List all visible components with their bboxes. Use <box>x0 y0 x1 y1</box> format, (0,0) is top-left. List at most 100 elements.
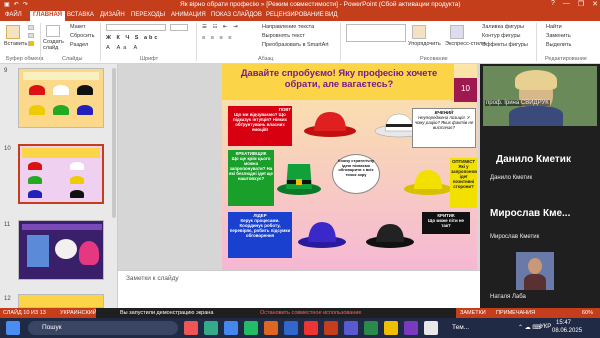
arrange-button[interactable]: Упорядочить <box>408 41 441 47</box>
list-buttons[interactable]: ☰ ☷ ⇤ ⇥ <box>202 24 240 30</box>
maximize-button[interactable]: ❐ <box>578 0 584 8</box>
taskbar-app-icon[interactable] <box>304 321 318 335</box>
tab-file[interactable]: ФАЙЛ <box>2 11 25 19</box>
font-color-buttons[interactable]: A Aa A <box>106 45 140 51</box>
weather-widget[interactable]: Тем... <box>452 324 469 331</box>
express-styles-icon[interactable] <box>450 25 464 39</box>
taskbar-app-icon[interactable] <box>264 321 278 335</box>
layout-button[interactable]: Макет <box>70 24 86 30</box>
critic-box: КРИТИК Що може піти не так? <box>422 212 470 234</box>
new-slide-icon[interactable] <box>46 25 60 37</box>
slide-thumbnail-10[interactable] <box>18 144 104 204</box>
slide-counter: СЛАЙД 10 ИЗ 13 <box>3 310 46 316</box>
tab-home[interactable]: ГЛАВНАЯ <box>30 11 66 21</box>
shape-fill-button[interactable]: Заливка фигуры <box>482 24 524 30</box>
taskbar-app-icon[interactable] <box>184 321 198 335</box>
zoom-level[interactable]: 60% <box>582 310 593 316</box>
taskbar-app-icon[interactable] <box>424 321 438 335</box>
start-icon[interactable] <box>6 321 20 335</box>
help-button[interactable]: ? <box>551 0 555 8</box>
current-slide[interactable]: Давайте спробуємо! Яку професію хочете о… <box>222 64 477 270</box>
search-label: Пошук <box>42 324 62 331</box>
select-button[interactable]: Выделить <box>546 42 571 48</box>
taskbar-app-icon[interactable] <box>284 321 298 335</box>
reset-button[interactable]: Сбросить <box>70 33 94 39</box>
shape-effects-button[interactable]: Эффекты фигуры <box>482 42 528 48</box>
paste-icon[interactable] <box>6 25 20 39</box>
center-strategy-box: Кожну стратегічну ідею пізнаємо обговори… <box>332 154 380 194</box>
taskbar-app-icon[interactable] <box>204 321 218 335</box>
thumbnails-scrollbar[interactable] <box>112 68 116 218</box>
tab-transitions[interactable]: ПЕРЕХОДЫ <box>128 11 168 19</box>
new-slide-button[interactable]: Создать слайд <box>43 39 67 51</box>
presenter-body <box>509 106 563 126</box>
slide-thumbnail-11[interactable] <box>18 220 104 280</box>
taskbar-app-icon[interactable] <box>404 321 418 335</box>
section-button[interactable]: Раздел <box>70 42 88 48</box>
align-buttons[interactable]: ≡ ≡ ≡ ≡ <box>202 35 233 41</box>
taskbar-app-icon[interactable] <box>364 321 378 335</box>
paste-button[interactable]: Вставить <box>4 41 27 47</box>
slide-thumbnails-pane: 9 10 11 12 <box>0 64 118 308</box>
title-bar: ▣ ↶ ↷ Як вірно обрати професію » [Режим … <box>0 0 600 10</box>
shapes-gallery[interactable] <box>346 24 406 42</box>
express-styles-button[interactable]: Экспресс-стили <box>445 41 485 47</box>
replace-button[interactable]: Заменить <box>546 33 571 39</box>
participant-label: Мирослав Кметик <box>490 234 540 240</box>
taskbar-app-icon[interactable] <box>344 321 358 335</box>
language-indicator[interactable]: УКРАИНСКИЙ <box>60 310 97 316</box>
clock-date[interactable]: 08.06.2025 <box>552 328 582 334</box>
notes-toggle[interactable]: ЗАМЕТКИ <box>460 310 486 316</box>
font-size-box[interactable] <box>170 24 188 31</box>
stop-sharing-button[interactable]: Остановить совместное использование <box>260 310 362 316</box>
group-slides: Слайды <box>62 56 83 62</box>
redo-icon[interactable]: ↷ <box>23 1 28 8</box>
slide-thumbnail-12[interactable] <box>18 294 104 308</box>
comments-toggle[interactable]: ПРИМЕЧАНИЯ <box>496 310 535 316</box>
clock-time[interactable]: 15:47 <box>556 320 571 326</box>
notes-pane[interactable]: Заметки к слайду <box>118 270 480 308</box>
slide-number: 10 <box>461 84 470 93</box>
slide-thumbnail-9[interactable] <box>18 68 104 128</box>
ribbon-tabs: ФАЙЛ ГЛАВНАЯ ВСТАВКА ДИЗАЙН ПЕРЕХОДЫ АНИ… <box>0 10 600 21</box>
cut-icon[interactable] <box>28 25 34 30</box>
font-format-buttons[interactable]: Ж К Ч S abc <box>106 35 159 41</box>
tab-slideshow[interactable]: ПОКАЗ СЛАЙДОВ <box>208 11 265 19</box>
font-name-box[interactable] <box>106 24 166 31</box>
text-direction-button[interactable]: Направление текста <box>262 24 314 30</box>
presenter-label: проф. Ірина СВИДРУК <box>485 100 550 106</box>
tab-insert[interactable]: ВСТАВКА <box>64 11 97 19</box>
arrange-icon[interactable] <box>412 25 426 39</box>
participant-label: Наталя Лаба <box>490 294 526 300</box>
participant-label: Данило Кметик <box>490 175 533 181</box>
tab-design[interactable]: ДИЗАЙН <box>97 11 128 19</box>
shape-outline-button[interactable]: Контур фигуры <box>482 33 520 39</box>
taskbar-app-icon[interactable] <box>224 321 238 335</box>
leader-box: ЛІДЕР Керує процесами. Координує роботу,… <box>228 212 292 258</box>
tab-animation[interactable]: АНИМАЦИЯ <box>168 11 209 19</box>
taskbar-search[interactable]: Пошук <box>28 321 178 335</box>
undo-icon[interactable]: ↶ <box>14 1 19 8</box>
taskbar-app-icon[interactable] <box>244 321 258 335</box>
presenter-video[interactable]: проф. Ірина СВИДРУК <box>483 66 597 126</box>
align-text-button[interactable]: Выровнять текст <box>262 33 305 39</box>
keyboard-language[interactable]: УКР <box>540 324 551 330</box>
thumb-number: 10 <box>4 146 11 152</box>
tab-review[interactable]: РЕЦЕНЗИРОВАНИЕ <box>263 11 327 19</box>
smartart-button[interactable]: Преобразовать в SmartArt <box>262 42 329 48</box>
close-button[interactable]: ✕ <box>592 0 598 8</box>
copy-icon[interactable] <box>28 33 34 38</box>
tray-icons[interactable]: ⌃ ☁ ⌨ <box>518 324 541 331</box>
minimize-button[interactable]: — <box>563 0 570 8</box>
presenter-hair <box>515 70 557 90</box>
thumb-number: 9 <box>4 68 8 74</box>
find-button[interactable]: Найти <box>546 24 562 30</box>
group-drawing: Рисование <box>420 56 448 62</box>
group-clipboard: Буфер обмена <box>6 56 44 62</box>
participant-name: Мирослав Кме... <box>490 208 571 219</box>
save-icon[interactable]: ▣ <box>4 1 10 8</box>
taskbar-app-icon[interactable] <box>384 321 398 335</box>
taskbar-app-icon[interactable] <box>324 321 338 335</box>
tab-view[interactable]: ВИД <box>322 11 340 19</box>
format-painter-icon[interactable] <box>28 41 34 46</box>
